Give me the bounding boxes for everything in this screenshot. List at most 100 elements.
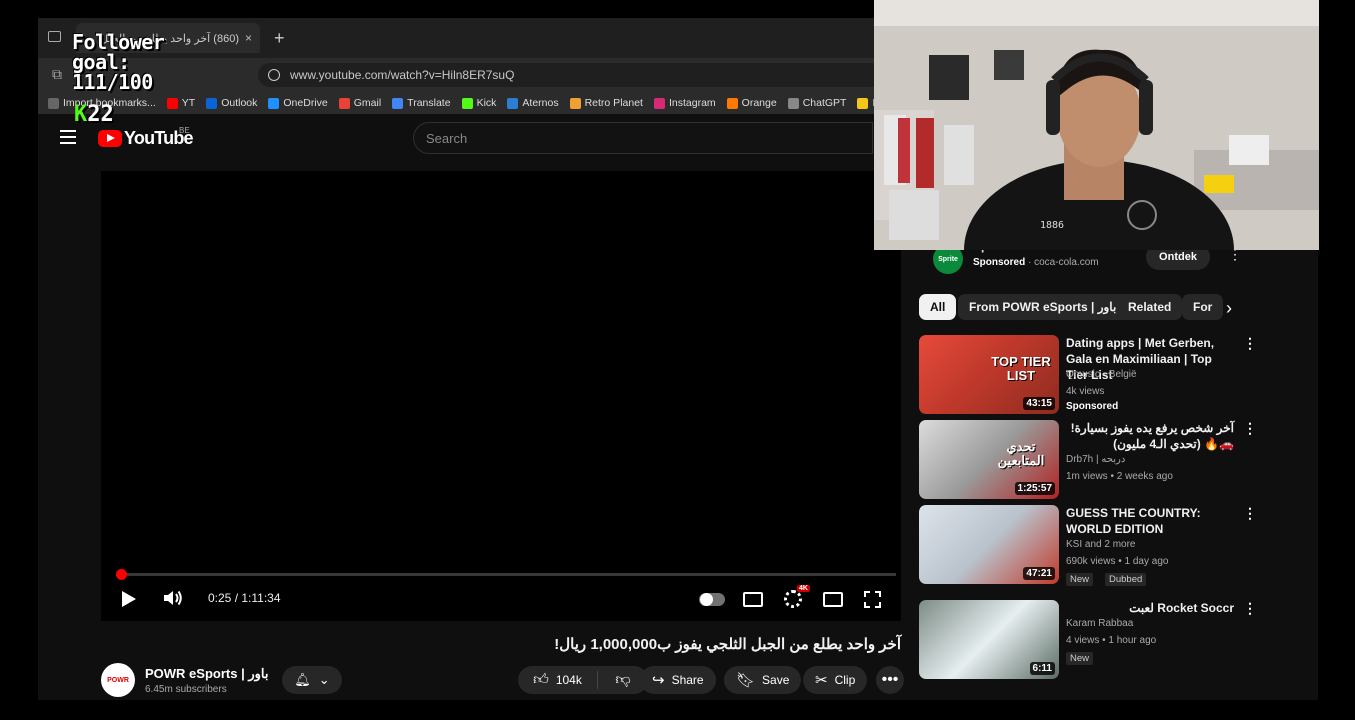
thumbs-down-icon: 👎︎ xyxy=(615,671,631,688)
like-button[interactable]: 👍︎ 104k xyxy=(518,671,598,689)
recommendation-title[interactable]: GUESS THE COUNTRY: WORLD EDITION xyxy=(1066,505,1234,537)
video-thumbnail[interactable]: 47:21 xyxy=(919,505,1059,584)
recommendation-item[interactable]: 47:21 GUESS THE COUNTRY: WORLD EDITION KSI… xyxy=(919,505,1259,586)
onedrive-icon xyxy=(268,97,280,109)
bookmark-label: OneDrive xyxy=(283,97,328,109)
autoplay-toggle[interactable] xyxy=(699,593,725,606)
subscriber-count: 6.45m subscribers xyxy=(145,684,227,695)
more-actions-button[interactable]: ••• xyxy=(876,666,904,694)
quality-badge: 4K xyxy=(797,585,810,592)
duration-badge: 43:15 xyxy=(1023,397,1055,410)
miniplayer-icon[interactable] xyxy=(823,592,843,607)
bookmark-chatgpt[interactable]: ChatGPT xyxy=(787,97,847,109)
more-options-icon[interactable]: ⋮ xyxy=(1243,600,1257,617)
loket-icon xyxy=(857,97,869,109)
recommendation-title[interactable]: Rocket Soccr لعبت xyxy=(1066,600,1234,616)
play-button[interactable] xyxy=(122,591,136,607)
share-button[interactable]: ↪ Share xyxy=(640,666,716,694)
new-tab-button[interactable]: + xyxy=(274,28,285,49)
recommendation-views: 1m views • 2 weeks ago xyxy=(1066,471,1173,482)
split-screen-icon[interactable]: ⧉ xyxy=(52,66,62,83)
video-thumbnail[interactable]: TOP TIER LIST 43:15 xyxy=(919,335,1059,414)
more-icon: ••• xyxy=(881,671,899,688)
url-text: www.youtube.com/watch?v=Hiln8ER7suQ xyxy=(290,68,515,82)
chevron-right-icon[interactable]: › xyxy=(1226,298,1232,319)
kick-icon: K xyxy=(74,102,88,127)
chatgpt-icon xyxy=(787,97,799,109)
bookmark-orange[interactable]: Orange xyxy=(726,97,777,109)
recommendation-title[interactable]: آخر شخص يرفع يده يفوز بسيارة! 🚗🔥 (تحدي ا… xyxy=(1066,420,1234,452)
recommendation-views: 4 views • 1 hour ago xyxy=(1066,635,1157,646)
ad-domain: coca-cola.com xyxy=(1034,257,1099,268)
bookmark-label: Outlook xyxy=(221,97,258,109)
badge-new: New xyxy=(1066,573,1094,586)
bookmark-instagram[interactable]: Instagram xyxy=(653,97,716,109)
subtitles-icon[interactable] xyxy=(743,592,763,607)
bookmark-label: ChatGPT xyxy=(802,97,847,109)
chip-1[interactable]: From POWR eSports | باور xyxy=(958,294,1128,320)
settings-gear-icon[interactable] xyxy=(784,590,802,608)
recommendation-item[interactable]: 6:11 Rocket Soccr لعبت Karam Rabbaa 4 views… xyxy=(919,600,1259,680)
like-dislike-group: 👍︎ 104k 👎︎ xyxy=(518,666,648,694)
ad-cta-label: Ontdek xyxy=(1159,251,1197,263)
progress-scrubber[interactable] xyxy=(115,569,127,580)
bell-icon: 🔔︎ xyxy=(294,672,311,687)
more-options-icon[interactable]: ⋮ xyxy=(1243,420,1257,437)
bookmark-translate[interactable]: Translate xyxy=(392,97,451,109)
channel-avatar[interactable]: POWR xyxy=(101,663,135,697)
video-thumbnail[interactable]: تحدي المتابعين 1:25:57 xyxy=(919,420,1059,499)
bookmark-kick[interactable]: Kick xyxy=(461,97,496,109)
bookmark-retro-planet[interactable]: Retro Planet xyxy=(569,97,643,109)
duration-badge: 47:21 xyxy=(1023,567,1055,580)
aternos-icon xyxy=(507,97,519,109)
more-options-icon[interactable]: ⋮ xyxy=(1243,505,1257,522)
follower-goal-line2: goal: xyxy=(72,50,130,74)
site-info-icon[interactable] xyxy=(268,69,280,81)
clip-label: Clip xyxy=(834,673,856,687)
chip-2[interactable]: Related xyxy=(1117,294,1183,320)
time-display: 0:25 / 1:11:34 xyxy=(208,591,281,605)
follower-goal-line1: Follower xyxy=(72,30,165,54)
fullscreen-icon[interactable] xyxy=(864,591,881,608)
youtube-play-icon xyxy=(98,130,122,147)
bookmark-label: YT xyxy=(181,97,196,109)
progress-bar[interactable] xyxy=(115,569,896,580)
recommendation-channel[interactable]: KSI and 2 more xyxy=(1066,539,1135,550)
channel-name[interactable]: POWR eSports | باور xyxy=(145,666,268,682)
outlook-icon xyxy=(206,97,218,109)
recommendation-channel[interactable]: Karam Rabbaa xyxy=(1066,618,1133,629)
recommendation-channel[interactable]: Drb7h | دربحه xyxy=(1066,454,1125,465)
sponsored-ad[interactable]: Sprite Sprite & Fineer Sponsored · coca-… xyxy=(918,239,1258,284)
recommendation-channel[interactable]: Qmusic - België xyxy=(1066,369,1137,380)
chip-3[interactable]: For xyxy=(1182,294,1224,320)
kick-icon xyxy=(461,97,473,109)
video-thumbnail[interactable]: 6:11 xyxy=(919,600,1059,679)
share-label: Share xyxy=(671,673,704,687)
save-button[interactable]: 🔖︎ Save xyxy=(724,666,802,694)
hamburger-menu-icon[interactable] xyxy=(60,130,76,144)
recommendation-item[interactable]: TOP TIER LIST 43:15 Dating apps | Met Gerb… xyxy=(919,335,1259,415)
close-tab-icon[interactable]: × xyxy=(245,31,252,45)
bookmark-onedrive[interactable]: OneDrive xyxy=(268,97,328,109)
search-input[interactable]: Search xyxy=(413,122,873,154)
kick-viewer-count: 22 xyxy=(87,102,114,127)
video-player[interactable]: 0:25 / 1:11:34 4K xyxy=(101,171,901,621)
orange-icon xyxy=(726,97,738,109)
ad-logo-text: Sprite xyxy=(938,255,958,263)
recommendation-item[interactable]: تحدي المتابعين 1:25:57 آخر شخص يرفع يده يف… xyxy=(919,420,1259,500)
bookmark-label: Retro Planet xyxy=(584,97,643,109)
follower-goal-count: 111/100 xyxy=(72,70,153,94)
bookmark-outlook[interactable]: Outlook xyxy=(206,97,257,109)
gmail-icon xyxy=(338,97,350,109)
bookmark-yt[interactable]: YT xyxy=(166,97,196,109)
tab-actions-icon[interactable] xyxy=(48,31,61,42)
scissors-icon: ✂ xyxy=(815,672,828,689)
more-options-icon[interactable]: ⋮ xyxy=(1243,335,1257,352)
bookmark-label: Gmail xyxy=(353,97,382,109)
chip-0[interactable]: All xyxy=(919,294,957,320)
volume-icon[interactable] xyxy=(162,588,184,608)
bookmark-aternos[interactable]: Aternos xyxy=(507,97,559,109)
clip-button[interactable]: ✂ Clip xyxy=(803,666,868,694)
notifications-button[interactable]: 🔔︎ ⌄ xyxy=(282,666,342,694)
bookmark-gmail[interactable]: Gmail xyxy=(338,97,382,109)
